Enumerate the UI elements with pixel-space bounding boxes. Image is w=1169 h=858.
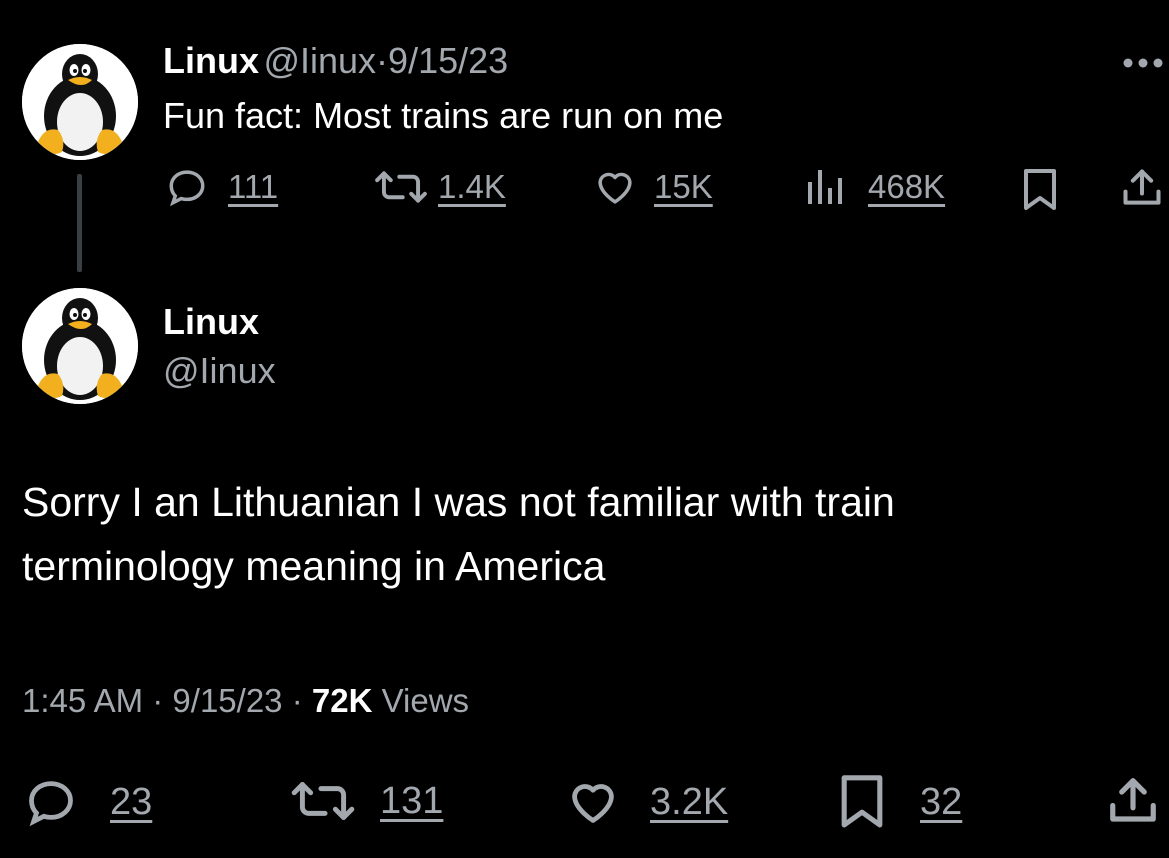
reply-icon: [29, 781, 73, 827]
like-count: 3.2K: [650, 780, 729, 823]
reply-count: 23: [110, 780, 153, 823]
author-handle[interactable]: @Iinux: [163, 350, 276, 392]
like-button[interactable]: 3.2K: [564, 776, 728, 828]
avatar[interactable]: [22, 288, 138, 404]
repost-button[interactable]: 131: [288, 776, 443, 826]
bookmark-icon: [1024, 169, 1056, 210]
tweet-meta: 1:45 AM · 9/15/23 · 72K Views: [22, 682, 469, 720]
bookmark-button[interactable]: 32: [838, 774, 962, 830]
reply-icon: [169, 170, 205, 207]
tweet-text-line: terminology meaning in America: [22, 543, 606, 589]
separator-dot: ·: [152, 682, 164, 719]
more-options-button[interactable]: [1120, 56, 1166, 68]
post-date[interactable]: 9/15/23: [388, 40, 508, 81]
views-chart-icon: [808, 170, 842, 204]
separator-dot: ·: [376, 40, 389, 81]
bookmark-icon: [841, 775, 883, 828]
views-label: Views: [381, 682, 470, 719]
share-icon: [1110, 778, 1156, 822]
share-button[interactable]: [1106, 774, 1160, 833]
bookmark-count: 32: [920, 780, 963, 823]
repost-icon: [375, 171, 427, 203]
tweet-text-line: Sorry I an Lithuanian I was not familiar…: [22, 479, 895, 525]
reply-count: 111: [228, 168, 279, 205]
views-count: 468K: [868, 168, 946, 205]
reply-to-header: Linux @Iinux·9/15/23: [163, 40, 508, 82]
reply-button[interactable]: 111: [166, 166, 278, 208]
repost-button[interactable]: 1.4K: [372, 166, 506, 208]
views-button[interactable]: 468K: [806, 166, 945, 208]
avatar[interactable]: [22, 44, 138, 160]
author-name[interactable]: Linux: [163, 301, 259, 343]
post-time[interactable]: 1:45 AM: [22, 682, 143, 719]
reply-to-text: Fun fact: Most trains are run on me: [163, 95, 724, 136]
share-icon: [1123, 169, 1161, 205]
reply-button[interactable]: 23: [22, 776, 152, 828]
heart-icon: [572, 784, 614, 823]
author-name[interactable]: Linux: [163, 40, 259, 81]
like-button[interactable]: 15K: [592, 166, 713, 208]
bookmark-button[interactable]: [1022, 168, 1058, 217]
separator-dot: ·: [291, 682, 303, 719]
like-count: 15K: [654, 168, 713, 205]
thread-connector-line: [77, 174, 82, 272]
heart-icon: [598, 172, 632, 204]
post-date[interactable]: 9/15/23: [172, 682, 282, 719]
tweet-text: Sorry I an Lithuanian I was not familiar…: [22, 470, 895, 598]
more-dots-icon: [1123, 58, 1163, 68]
repost-count: 1.4K: [438, 168, 506, 205]
tux-penguin-icon: [22, 44, 138, 160]
author-handle[interactable]: @Iinux: [263, 40, 376, 81]
repost-count: 131: [380, 779, 444, 822]
tux-penguin-icon: [22, 288, 138, 404]
repost-icon: [291, 782, 355, 820]
share-button[interactable]: [1120, 166, 1164, 215]
views-count: 72K: [311, 682, 373, 719]
